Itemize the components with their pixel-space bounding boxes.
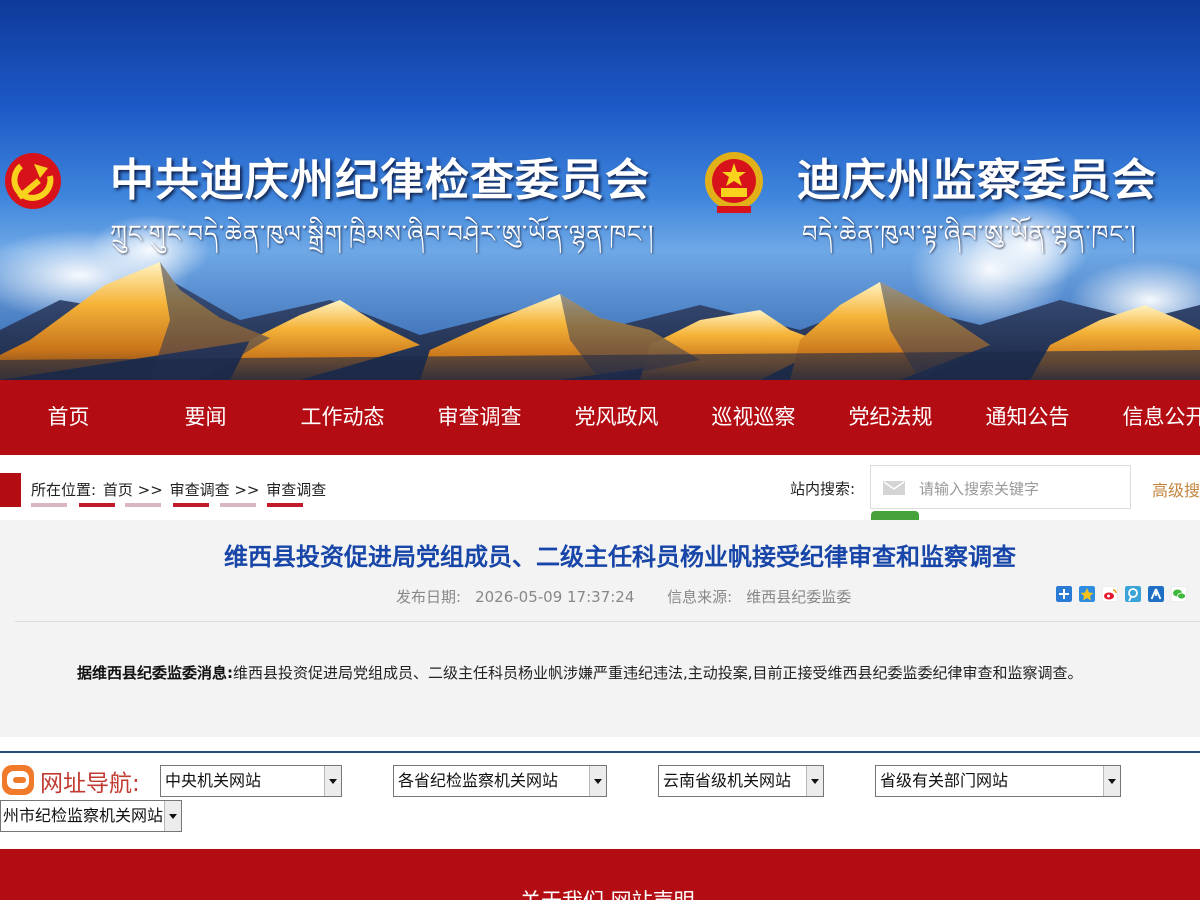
article-divider bbox=[15, 621, 1200, 622]
mail-icon bbox=[883, 481, 905, 495]
article-meta: 发布日期: 2026-05-09 17:37:24 信息来源: 维西县纪委监委 bbox=[396, 586, 879, 607]
chevron-down-icon bbox=[806, 766, 823, 796]
wechat-icon[interactable] bbox=[1171, 586, 1187, 602]
nav-info-disclosure[interactable]: 信息公开 bbox=[1096, 380, 1200, 455]
search-button[interactable] bbox=[871, 511, 919, 520]
share-bar bbox=[1056, 586, 1187, 602]
breadcrumb-marker bbox=[0, 473, 21, 507]
article-body-text: 维西县投资促进局党组成员、二级主任科员杨业帆涉嫌严重违纪违法,主动投案,目前正接… bbox=[233, 664, 1083, 682]
footer: 关于我们 网站声明 bbox=[0, 849, 1200, 900]
select-value: 各省纪检监察机关网站 bbox=[398, 771, 559, 790]
search-box bbox=[870, 465, 1131, 509]
banner-tibetan-right: བདེ་ཆེན་ཁུལ་ལྟ་ཞིབ་ཨུ་ཡོན་ལྷན་ཁང་། bbox=[802, 220, 1137, 248]
main-nav: 首页 要闻 工作动态 审查调查 党风政风 巡视巡察 党纪法规 通知公告 信息公开 bbox=[0, 380, 1200, 455]
nav-news[interactable]: 要闻 bbox=[137, 380, 274, 455]
link-nav-label: 网址导航: bbox=[40, 771, 140, 797]
party-emblem-icon bbox=[5, 153, 61, 209]
qzone-icon[interactable] bbox=[1079, 586, 1095, 602]
publish-date: 2026-05-09 17:37:24 bbox=[475, 588, 635, 606]
renren-icon[interactable] bbox=[1148, 586, 1164, 602]
breadcrumb-separator: >> bbox=[137, 481, 163, 499]
select-prefecture-discipline[interactable]: 州市纪检监察机关网站 bbox=[0, 800, 182, 832]
publish-date-label: 发布日期: bbox=[396, 588, 462, 606]
advanced-search-link[interactable]: 高级搜索 bbox=[1152, 477, 1200, 501]
article-body: 据维西县纪委监委消息:维西县投资促进局党组成员、二级主任科员杨业帆涉嫌严重违纪违… bbox=[77, 662, 1083, 683]
select-value: 州市纪检监察机关网站 bbox=[3, 806, 164, 825]
nav-home[interactable]: 首页 bbox=[0, 380, 137, 455]
nav-work-updates[interactable]: 工作动态 bbox=[274, 380, 411, 455]
select-value: 省级有关部门网站 bbox=[880, 771, 1009, 790]
tencent-weibo-icon[interactable] bbox=[1125, 586, 1141, 602]
nav-review-investigation[interactable]: 审查调查 bbox=[411, 380, 548, 455]
select-value: 云南省级机关网站 bbox=[663, 771, 792, 790]
chevron-down-icon bbox=[324, 766, 341, 796]
banner-tibetan-left: ཀྲུང་གུང་བདེ་ཆེན་ཁུལ་སྒྲིག་ཁྲིམས་ཞིབ་བཤེ… bbox=[110, 220, 655, 248]
banner-title-left: 中共迪庆州纪律检查委员会 bbox=[110, 155, 650, 206]
breadcrumb-prefix: 所在位置: bbox=[31, 481, 97, 499]
article-source: 维西县纪委监委 bbox=[746, 588, 852, 606]
breadcrumb-separator: >> bbox=[234, 481, 260, 499]
select-central-agencies[interactable]: 中央机关网站 bbox=[160, 765, 342, 797]
breadcrumb-home-link[interactable]: 首页 bbox=[103, 481, 133, 499]
breadcrumb: 所在位置: 首页 >> 审查调查 >> 审查调查 bbox=[31, 479, 326, 500]
nav-inspection[interactable]: 巡视巡察 bbox=[685, 380, 822, 455]
select-provincial-departments[interactable]: 省级有关部门网站 bbox=[875, 765, 1121, 797]
article-lead: 据维西县纪委监委消息: bbox=[77, 664, 233, 682]
nav-regulations[interactable]: 党纪法规 bbox=[822, 380, 959, 455]
search-input[interactable] bbox=[917, 475, 1121, 503]
article-title: 维西县投资促进局党组成员、二级主任科员杨业帆接受纪律审查和监察调查 bbox=[224, 543, 1016, 571]
chevron-down-icon bbox=[589, 766, 606, 796]
select-value: 中央机关网站 bbox=[165, 771, 262, 790]
header-banner: 中共迪庆州纪律检查委员会 ཀྲུང་གུང་བདེ་ཆེན་ཁུལ་སྒྲིག་… bbox=[0, 0, 1200, 380]
national-emblem-icon bbox=[705, 152, 763, 213]
select-yunnan-agencies[interactable]: 云南省级机关网站 bbox=[658, 765, 824, 797]
breadcrumb-underline-decor bbox=[31, 503, 303, 507]
footer-links[interactable]: 关于我们 网站声明 bbox=[520, 885, 695, 900]
share-more-icon[interactable] bbox=[1056, 586, 1072, 602]
breadcrumb-current-link[interactable]: 审查调查 bbox=[266, 481, 326, 499]
chevron-down-icon bbox=[164, 801, 181, 831]
select-provincial-discipline[interactable]: 各省纪检监察机关网站 bbox=[393, 765, 607, 797]
breadcrumb-section-link[interactable]: 审查调查 bbox=[170, 481, 230, 499]
chevron-down-icon bbox=[1103, 766, 1120, 796]
nav-notices[interactable]: 通知公告 bbox=[959, 380, 1096, 455]
banner-title-right: 迪庆州监察委员会 bbox=[797, 155, 1157, 206]
nav-party-conduct[interactable]: 党风政风 bbox=[548, 380, 685, 455]
source-label: 信息来源: bbox=[667, 588, 733, 606]
weibo-icon[interactable] bbox=[1102, 586, 1118, 602]
link-nav-icon bbox=[2, 765, 34, 795]
search-label: 站内搜索: bbox=[790, 480, 856, 498]
link-nav-divider bbox=[0, 751, 1200, 753]
